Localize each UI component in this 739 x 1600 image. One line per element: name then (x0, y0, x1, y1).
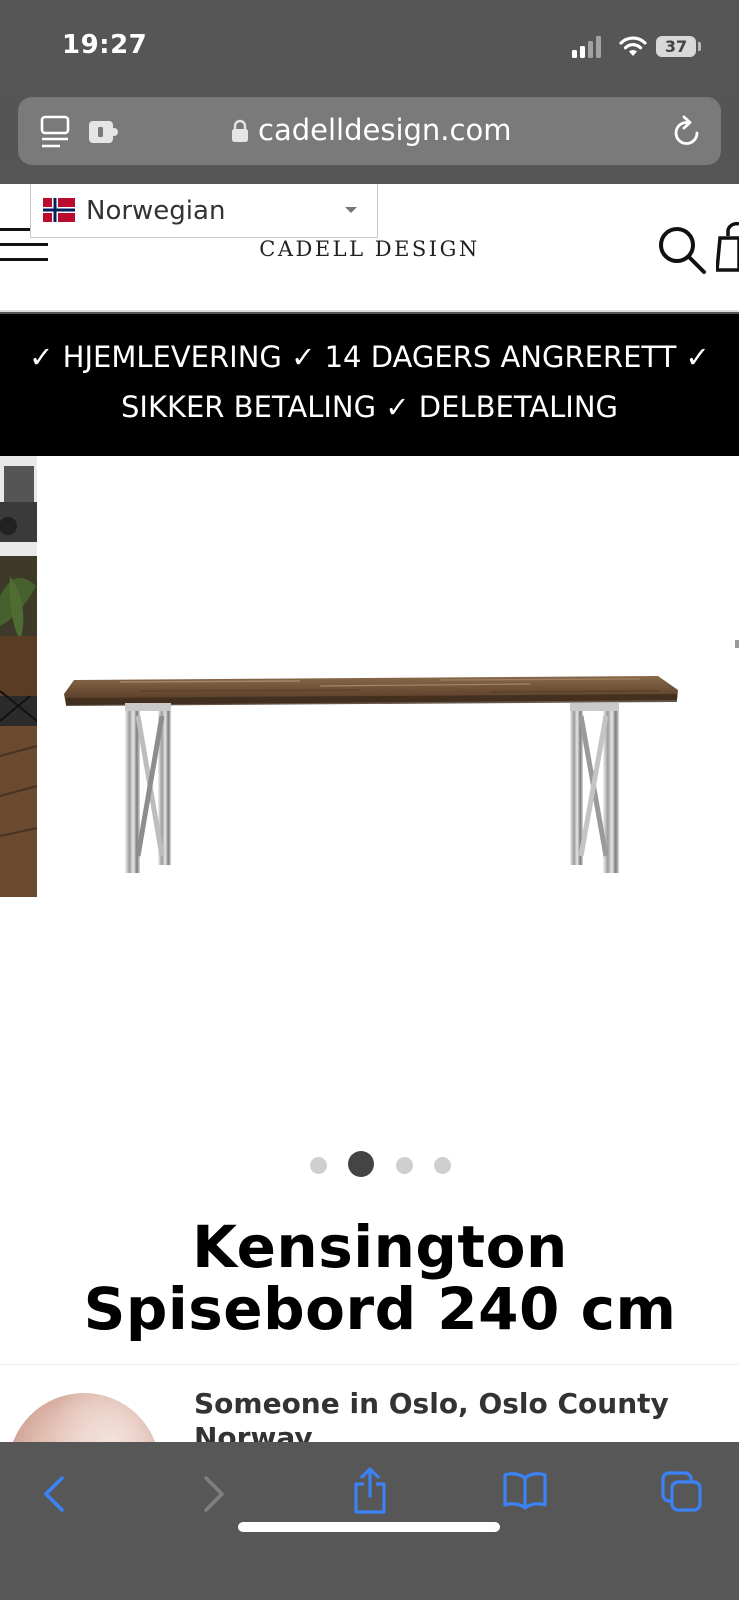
pagination-dot-2[interactable] (348, 1151, 374, 1177)
status-bar: 19:27 37 (0, 0, 739, 92)
share-icon[interactable] (350, 1466, 390, 1516)
url-text[interactable]: cadelldesign.com (258, 113, 511, 147)
chrome-spacer (0, 165, 739, 184)
product-gallery[interactable]: Kensington Spisebord 240 cm (0, 456, 739, 1376)
recent-purchase-popup[interactable]: Someone in Oslo, Oslo County Norway (0, 1364, 739, 1442)
search-icon[interactable] (656, 224, 708, 276)
popup-message: Someone in Oslo, Oslo County Norway (194, 1387, 669, 1442)
brand-logo[interactable]: CADELL DESIGN (0, 237, 739, 261)
announcement-bar: ✓ HJEMLEVERING ✓ 14 DAGERS ANGRERETT ✓ S… (0, 314, 739, 456)
language-select[interactable]: Norwegian (30, 184, 378, 238)
norway-flag-icon (43, 198, 75, 222)
browser-toolbar (0, 1442, 739, 1600)
forward-icon[interactable] (198, 1472, 228, 1516)
previous-slide-image[interactable] (0, 456, 37, 897)
pagination-dot-1[interactable] (310, 1157, 327, 1174)
announcement-line-1: ✓ HJEMLEVERING ✓ 14 DAGERS ANGRERETT ✓ (29, 340, 710, 374)
reader-icon[interactable] (40, 115, 70, 149)
battery-indicator: 37 (656, 36, 696, 57)
back-icon[interactable] (40, 1472, 70, 1516)
gallery-pagination (0, 1148, 739, 1178)
cart-icon[interactable] (716, 220, 739, 276)
lock-icon (232, 119, 248, 142)
status-time: 19:27 (62, 30, 148, 60)
bookmarks-icon[interactable] (502, 1470, 548, 1510)
home-indicator[interactable] (238, 1522, 500, 1532)
product-image-dining-table[interactable] (60, 676, 685, 886)
next-slide-peek[interactable] (735, 640, 739, 648)
popup-product-thumbnail (8, 1393, 160, 1442)
extension-icon[interactable] (88, 119, 120, 145)
thumbnail-highlight (38, 1393, 160, 1442)
wifi-icon (619, 36, 647, 56)
language-label: Norwegian (86, 196, 226, 226)
pagination-dot-3[interactable] (396, 1157, 413, 1174)
address-bar[interactable]: cadelldesign.com (18, 97, 721, 165)
reload-icon[interactable] (671, 114, 703, 148)
site-header: CADELL DESIGN Norwegian (0, 184, 739, 312)
battery-nub (698, 42, 701, 51)
chevron-down-icon (345, 207, 357, 213)
pagination-dot-4[interactable] (434, 1157, 451, 1174)
announcement-line-2: SIKKER BETALING ✓ DELBETALING (120, 390, 619, 424)
product-title: Kensington Spisebord 240 cm (83, 1213, 677, 1343)
tabs-icon[interactable] (660, 1470, 704, 1514)
cellular-signal-icon (572, 36, 606, 58)
